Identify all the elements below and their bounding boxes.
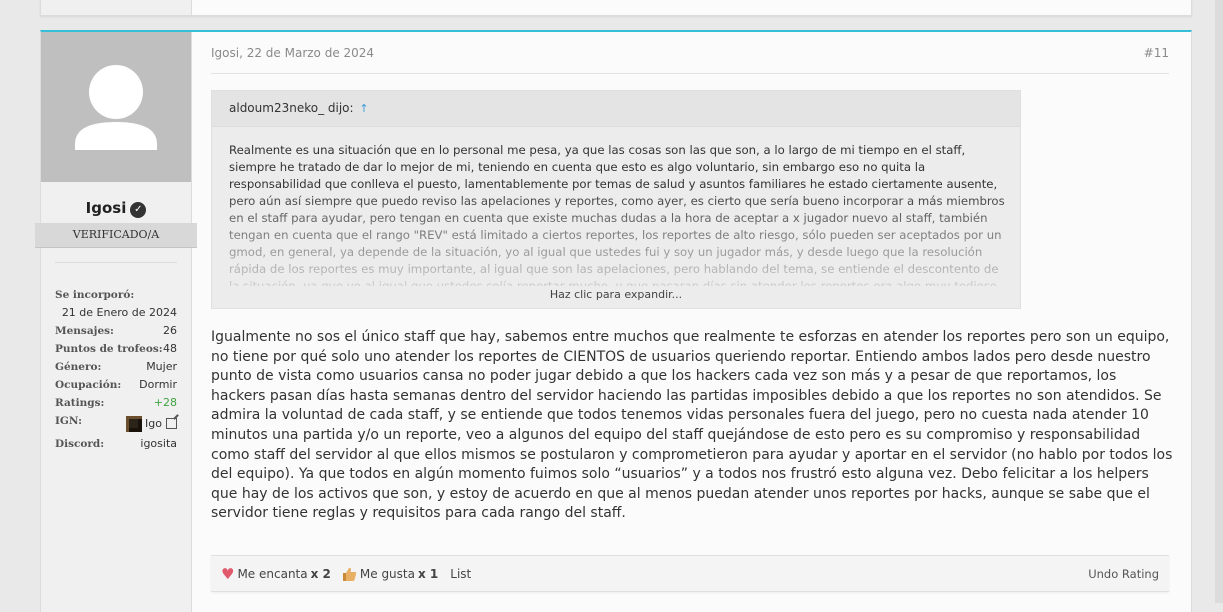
verified-check-icon: ✓ (130, 202, 147, 218)
avatar[interactable] (41, 32, 191, 182)
stat-occupation: Ocupación: Dormir (55, 376, 177, 394)
stat-label: IGN: (55, 415, 82, 427)
quote-author: aldoum23neko_ dijo: (229, 101, 354, 115)
stat-value: Dormir (139, 378, 177, 391)
external-link-icon[interactable] (166, 418, 177, 429)
stat-label: Ocupación: (55, 379, 122, 391)
stat-value: 21 de Enero de 2024 (61, 306, 177, 319)
ign-name[interactable]: Igo (145, 415, 162, 433)
stat-joined: Se incorporó: 21 de Enero de 2024 (55, 286, 177, 322)
stat-ratings: Ratings: +28 (55, 394, 177, 412)
page-edge (1215, 0, 1223, 603)
stat-value[interactable]: 26 (163, 322, 177, 340)
rating-like[interactable]: Me gusta x 1 (341, 566, 438, 582)
quote-block: aldoum23neko_ dijo: ↑ Realmente es una s… (211, 90, 1021, 309)
ign-value[interactable]: Igo (126, 412, 177, 435)
rating-like-count: x 1 (417, 566, 439, 581)
username[interactable]: Igosi ✓ (41, 199, 191, 218)
user-panel-divider (55, 262, 177, 263)
stat-discord: Discord: igosita (55, 435, 177, 453)
stat-messages: Mensajes: 26 (55, 322, 177, 340)
post-date[interactable]: Igosi, 22 de Marzo de 2024 (211, 46, 374, 60)
default-avatar-icon (75, 65, 157, 150)
rating-love[interactable]: ♥ Me encanta x 2 (221, 565, 331, 583)
undo-rating-link[interactable]: Undo Rating (1088, 567, 1159, 581)
stat-value[interactable]: 48 (163, 340, 177, 358)
stat-label: Puntos de trofeos: (55, 343, 163, 355)
ratings-list-link[interactable]: List (450, 567, 471, 581)
quote-header: aldoum23neko_ dijo: ↑ (212, 91, 1020, 127)
stat-label: Ratings: (55, 397, 105, 409)
thumbs-up-icon (342, 567, 357, 581)
rating-love-label[interactable]: Me encanta (237, 567, 307, 581)
minecraft-head-icon (126, 415, 143, 432)
rating-bar: ♥ Me encanta x 2 Me gusta x 1 List Undo … (211, 555, 1169, 592)
user-panel: Igosi ✓ VERIFICADO/A Se incorporó: 21 de … (35, 32, 197, 612)
heart-icon: ♥ (221, 564, 235, 583)
expand-quote-link[interactable]: Haz clic para expandir... (212, 288, 1020, 301)
stat-label: Género: (55, 361, 102, 373)
stat-label: Discord: (55, 438, 105, 450)
stat-ign: IGN: Igo (55, 412, 177, 435)
stat-label: Se incorporó: (55, 289, 135, 301)
user-title-banner: VERIFICADO/A (35, 223, 197, 248)
previous-post (40, 0, 1192, 16)
stat-value: +28 (153, 396, 177, 409)
stat-trophy-points: Puntos de trofeos: 48 (55, 340, 177, 358)
post-meta: Igosi, 22 de Marzo de 2024 #11 (211, 46, 1169, 60)
rating-love-count: x 2 (310, 566, 331, 581)
jump-to-quote-arrow-icon[interactable]: ↑ (359, 102, 368, 115)
stat-value: igosita (140, 437, 177, 450)
rating-like-label[interactable]: Me gusta (360, 567, 415, 581)
post-number-link[interactable]: #11 (1144, 46, 1169, 60)
meta-divider (211, 73, 1169, 74)
previous-post-user-panel (41, 0, 192, 15)
stat-value: Mujer (146, 360, 177, 373)
user-extra-info: Se incorporó: 21 de Enero de 2024 Mensaj… (55, 286, 177, 453)
forum-post: Igosi ✓ VERIFICADO/A Se incorporó: 21 de … (35, 30, 1192, 612)
post-message: Igualmente no sos el único staff que hay… (211, 329, 1173, 522)
username-text[interactable]: Igosi (86, 199, 127, 217)
stat-label: Mensajes: (55, 325, 114, 337)
stat-gender: Género: Mujer (55, 358, 177, 376)
